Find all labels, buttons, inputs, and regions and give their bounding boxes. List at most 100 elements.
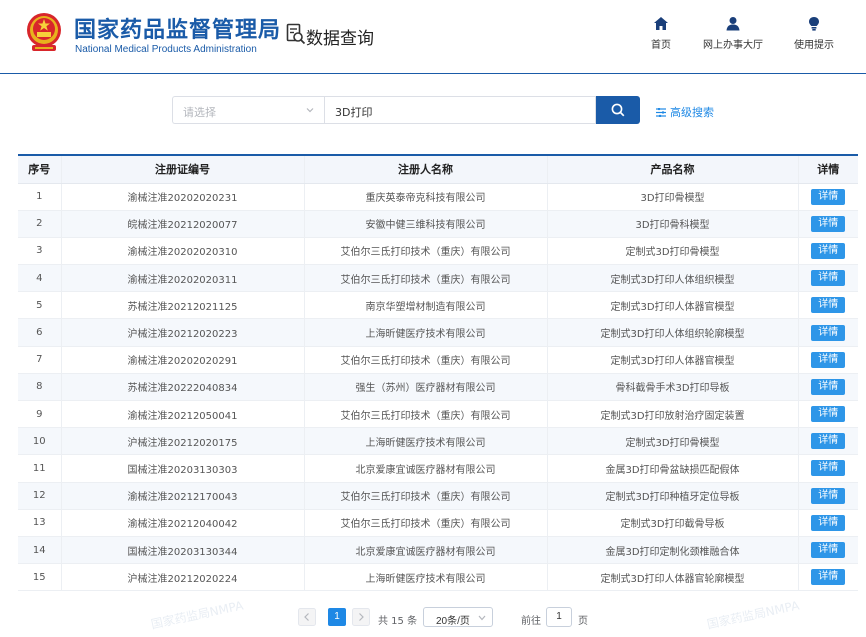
- cell-detail: 详情: [797, 210, 858, 238]
- cell-registrant: 艾伯尔三氐打印技术（重庆）有限公司: [303, 509, 547, 537]
- cell-registration-no: 苏械注准20212021125: [60, 291, 304, 320]
- detail-button[interactable]: 详情: [811, 351, 846, 368]
- chevron-down-icon: [478, 615, 486, 621]
- cell-detail: 详情: [797, 264, 858, 293]
- search-input[interactable]: 3D打印: [324, 96, 596, 124]
- detail-button[interactable]: 详情: [811, 460, 846, 477]
- detail-button[interactable]: 详情: [811, 324, 846, 341]
- detail-button[interactable]: 详情: [811, 514, 846, 531]
- cell-product-name: 定制式3D打印骨模型: [546, 427, 798, 456]
- filter-icon: [656, 107, 666, 118]
- cell-registrant: 重庆英泰帝克科技有限公司: [303, 183, 547, 211]
- chevron-right-icon: [352, 608, 370, 626]
- nav-online-service-hall-label: 网上办事大厅: [703, 40, 763, 51]
- table-row: 8 苏械注准20222040834 强生（苏州）医疗器材有限公司 骨科截骨手术3D打印…: [18, 373, 858, 402]
- table-row: 3 渝械注准20202020310 艾伯尔三氐打印技术（重庆）有限公司 定制式3D打印…: [18, 237, 858, 266]
- cell-registrant: 艾伯尔三氐打印技术（重庆）有限公司: [303, 482, 547, 510]
- nav-usage-tips-label: 使用提示: [794, 40, 834, 51]
- detail-button[interactable]: 详情: [811, 406, 846, 423]
- user-icon: [726, 17, 740, 31]
- org-name-en: National Medical Products Administration: [75, 44, 257, 55]
- page-size-value: 20条/页: [436, 616, 470, 627]
- cell-index: 7: [18, 346, 61, 374]
- cell-registrant: 强生（苏州）医疗器材有限公司: [303, 373, 547, 402]
- org-name-cn: 国家药品监督管理局: [74, 18, 282, 43]
- cell-registrant: 上海昕健医疗技术有限公司: [303, 318, 547, 347]
- goto-label: 前往: [521, 616, 541, 627]
- goto-page-input[interactable]: 1: [546, 607, 572, 627]
- cell-detail: 详情: [797, 536, 858, 565]
- cell-registration-no: 沪械注准20212020224: [60, 563, 304, 592]
- cell-registration-no: 苏械注准20222040834: [60, 373, 304, 402]
- detail-button[interactable]: 详情: [811, 487, 846, 504]
- nav-usage-tips[interactable]: 使用提示: [790, 16, 838, 51]
- cell-index: 3: [18, 237, 61, 266]
- lightbulb-icon: [809, 17, 819, 31]
- cell-registration-no: 国械注准20203130344: [60, 536, 304, 565]
- cell-detail: 详情: [797, 346, 858, 374]
- cell-registration-no: 渝械注准20212170043: [60, 482, 304, 510]
- cell-detail: 详情: [797, 237, 858, 266]
- cell-registration-no: 渝械注准20202020311: [60, 264, 304, 293]
- cell-product-name: 定制式3D打印截骨导板: [546, 509, 798, 537]
- cell-registration-no: 渝械注准20202020231: [60, 183, 304, 211]
- next-page-button[interactable]: [352, 608, 370, 626]
- prev-page-button[interactable]: [298, 608, 316, 626]
- page-number-current[interactable]: 1: [328, 608, 346, 626]
- cell-detail: 详情: [797, 183, 858, 211]
- detail-button[interactable]: 详情: [811, 188, 846, 205]
- table-row: 1 渝械注准20202020231 重庆英泰帝克科技有限公司 3D打印骨模型 详情: [18, 183, 858, 211]
- nav-online-service-hall[interactable]: 网上办事大厅: [698, 16, 768, 51]
- cell-index: 5: [18, 291, 61, 320]
- cell-product-name: 定制式3D打印骨模型: [546, 237, 798, 266]
- table-row: 2 皖械注准20212020077 安徽中健三维科技有限公司 3D打印骨科模型 详情: [18, 210, 858, 238]
- chevron-down-icon: [306, 108, 314, 113]
- table-row: 15 沪械注准20212020224 上海昕健医疗技术有限公司 定制式3D打印人体器官…: [18, 563, 858, 592]
- category-select[interactable]: 请选择: [172, 96, 324, 124]
- page-header: 国家药品监督管理局 National Medical Products Admi…: [0, 0, 866, 74]
- detail-button[interactable]: 详情: [811, 215, 846, 232]
- nav-home[interactable]: 首页: [646, 16, 676, 51]
- data-query-icon: [286, 23, 306, 45]
- cell-registration-no: 沪械注准20212020175: [60, 427, 304, 456]
- results-table: 序号 注册证编号 注册人名称 产品名称 详情 1 渝械注准20202020231 重…: [18, 154, 858, 592]
- cell-product-name: 定制式3D打印种植牙定位导板: [546, 482, 798, 510]
- total-count: 共 15 条: [378, 616, 418, 627]
- cell-product-name: 定制式3D打印人体组织轮廓模型: [546, 318, 798, 347]
- cell-product-name: 金属3D打印骨盆缺损匹配假体: [546, 454, 798, 483]
- cell-detail: 详情: [797, 482, 858, 510]
- table-body: 1 渝械注准20202020231 重庆英泰帝克科技有限公司 3D打印骨模型 详情 2 皖械…: [18, 183, 858, 592]
- detail-button[interactable]: 详情: [811, 242, 846, 259]
- detail-button[interactable]: 详情: [811, 378, 846, 395]
- cell-registrant: 南京华塑增材制造有限公司: [303, 291, 547, 320]
- cell-index: 2: [18, 210, 61, 238]
- cell-registrant: 上海昕健医疗技术有限公司: [303, 563, 547, 592]
- page-unit-label: 页: [578, 616, 588, 627]
- col-header-detail: 详情: [797, 154, 858, 184]
- detail-button[interactable]: 详情: [811, 542, 846, 559]
- detail-button[interactable]: 详情: [811, 569, 846, 586]
- cell-index: 12: [18, 482, 61, 510]
- nav-home-label: 首页: [651, 40, 671, 51]
- search-icon: [611, 103, 625, 117]
- cell-registrant: 上海昕健医疗技术有限公司: [303, 427, 547, 456]
- cell-product-name: 定制式3D打印人体器官模型: [546, 346, 798, 374]
- page-size-select[interactable]: 20条/页: [423, 607, 493, 627]
- detail-button[interactable]: 详情: [811, 433, 846, 450]
- cell-detail: 详情: [797, 400, 858, 429]
- cell-registrant: 艾伯尔三氐打印技术（重庆）有限公司: [303, 237, 547, 266]
- advanced-search-link[interactable]: 高级搜索: [656, 104, 714, 120]
- table-row: 10 沪械注准20212020175 上海昕健医疗技术有限公司 定制式3D打印骨模型详…: [18, 427, 858, 456]
- cell-registrant: 艾伯尔三氐打印技术（重庆）有限公司: [303, 346, 547, 374]
- cell-index: 6: [18, 318, 61, 347]
- detail-button[interactable]: 详情: [811, 297, 846, 314]
- table-row: 11 国械注准20203130303 北京爱康宜诚医疗器材有限公司 金属3D打印骨盆缺…: [18, 454, 858, 483]
- search-button[interactable]: [596, 96, 640, 124]
- cell-registration-no: 渝械注准20202020291: [60, 346, 304, 374]
- cell-registration-no: 渝械注准20212050041: [60, 400, 304, 429]
- cell-detail: 详情: [797, 509, 858, 537]
- cell-detail: 详情: [797, 454, 858, 483]
- detail-button[interactable]: 详情: [811, 270, 846, 287]
- cell-index: 8: [18, 373, 61, 402]
- section-title: 数据查询: [306, 29, 374, 49]
